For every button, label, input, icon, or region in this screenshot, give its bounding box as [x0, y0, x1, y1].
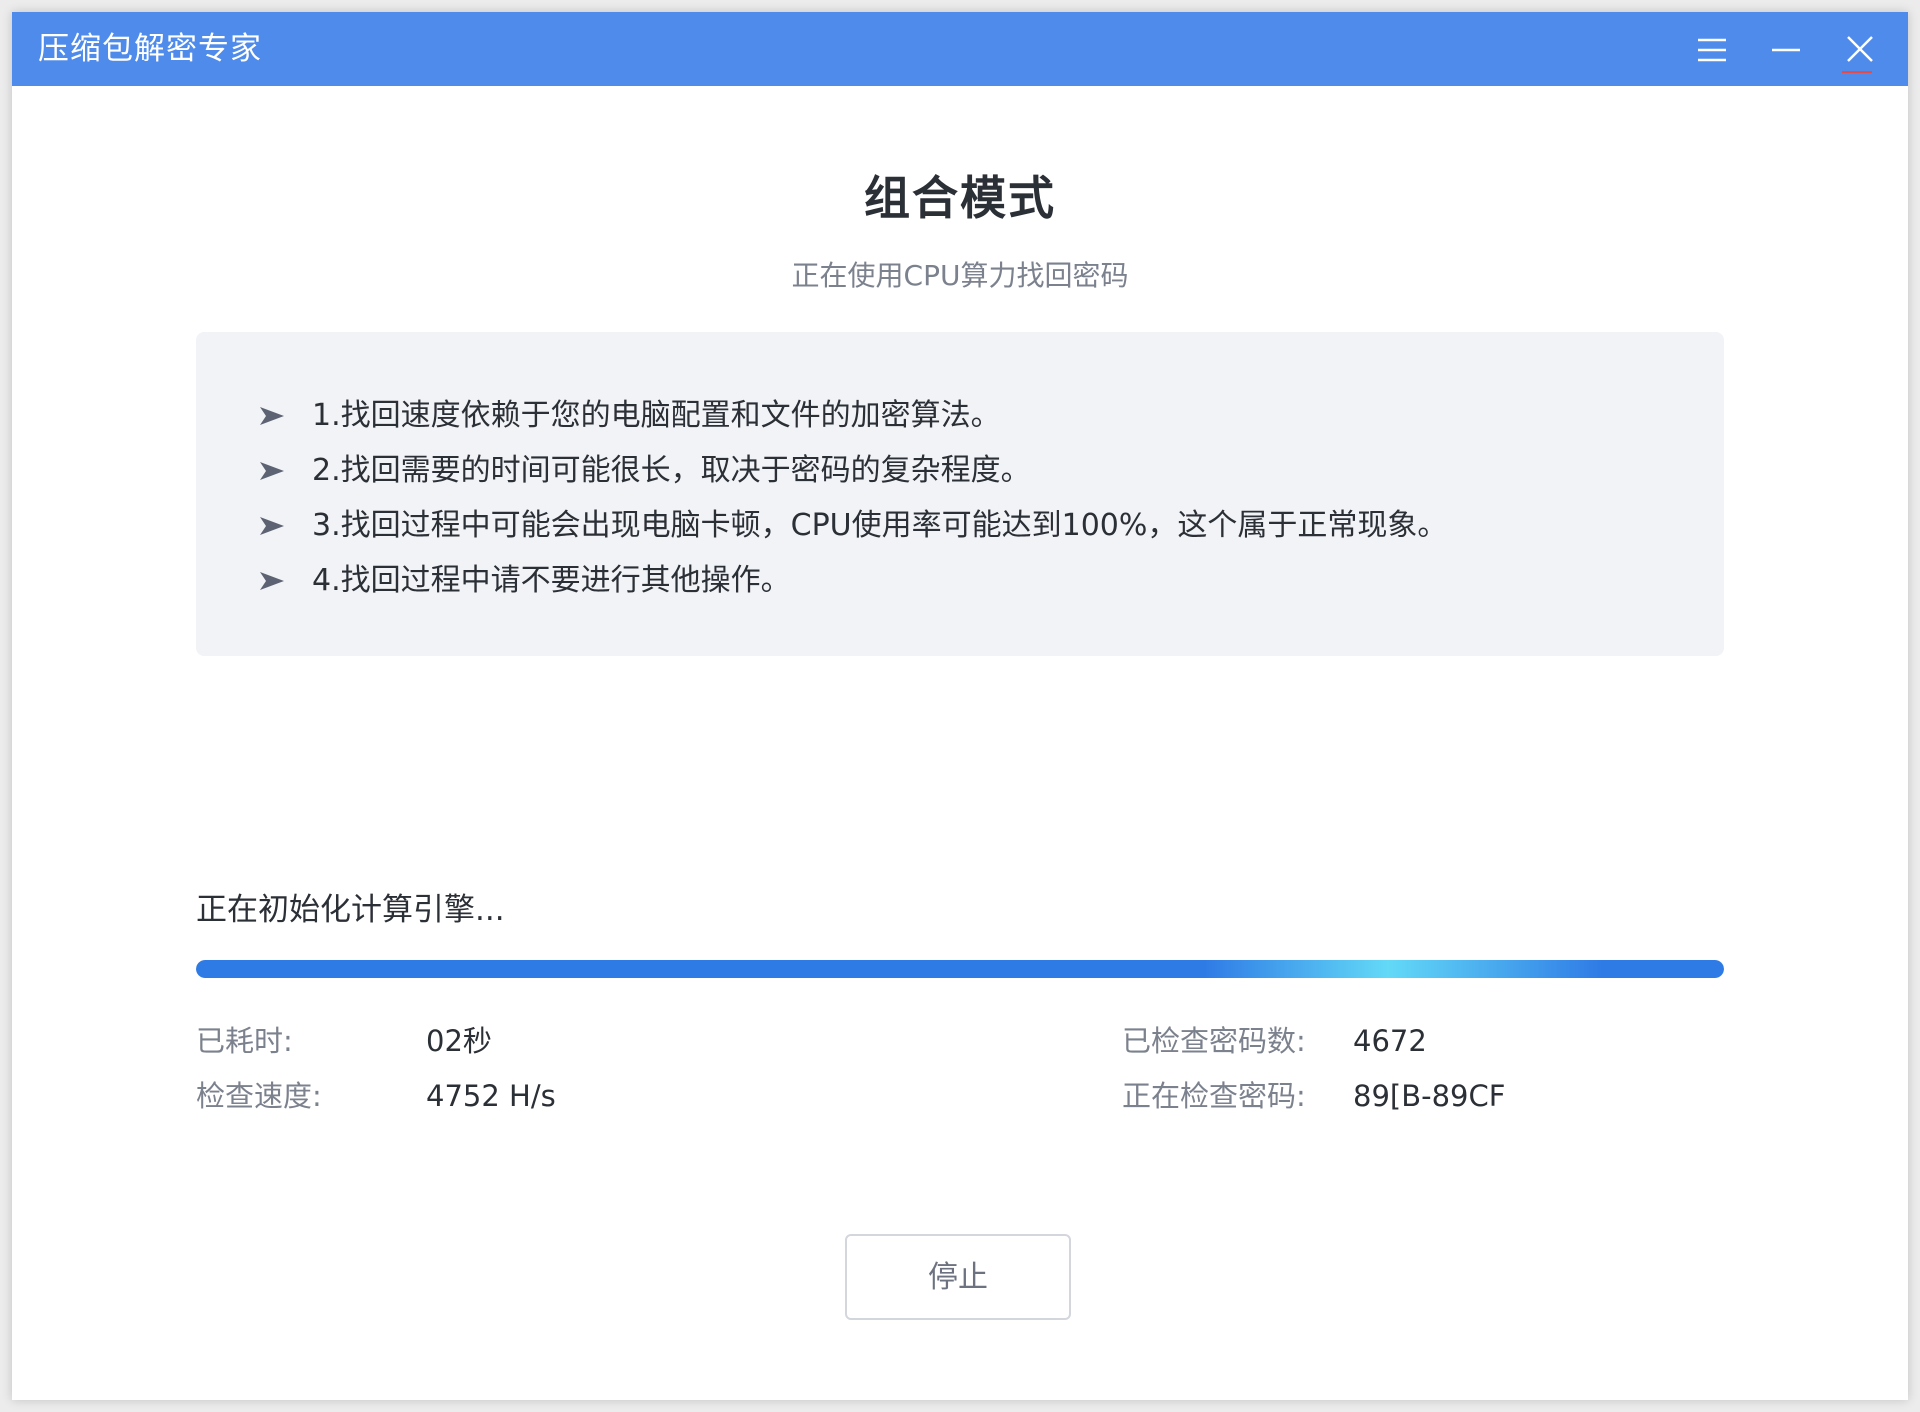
- mode-title: 组合模式: [864, 171, 1056, 225]
- close-focus-underline: [1842, 71, 1872, 73]
- mode-subtitle: 正在使用CPU算力找回密码: [791, 259, 1129, 292]
- elapsed-value: 02秒: [426, 1024, 492, 1058]
- progress-bar: [196, 960, 1724, 978]
- progress-fill: [196, 960, 1724, 978]
- current-password-label: 正在检查密码:: [1122, 1079, 1306, 1113]
- speed-label: 检查速度:: [196, 1079, 322, 1113]
- tip-text: 1.找回速度依赖于您的电脑配置和文件的加密算法。: [312, 397, 1001, 433]
- arrow-bullet-icon: [260, 516, 284, 535]
- close-icon: [1847, 36, 1873, 62]
- speed-value: 4752 H/s: [426, 1079, 556, 1113]
- title-bar: 压缩包解密专家: [12, 12, 1908, 86]
- tip-text: 2.找回需要的时间可能很长，取决于密码的复杂程度。: [312, 452, 1031, 488]
- minimize-icon: [1772, 48, 1800, 52]
- progress-status: 正在初始化计算引擎...: [196, 892, 505, 928]
- app-window: 压缩包解密专家 组合模式 正在使用CPU算力找回密码 1.找回速度依赖于您的电脑…: [12, 12, 1908, 1400]
- tip-item: 1.找回速度依赖于您的电脑配置和文件的加密算法。: [258, 388, 1447, 443]
- arrow-bullet-icon: [260, 461, 284, 480]
- stop-button[interactable]: 停止: [845, 1234, 1071, 1320]
- tip-text: 3.找回过程中可能会出现电脑卡顿，CPU使用率可能达到100%，这个属于正常现象…: [312, 507, 1448, 543]
- checked-count-value: 4672: [1353, 1024, 1427, 1058]
- app-title: 压缩包解密专家: [38, 31, 262, 67]
- minimize-button[interactable]: [1763, 26, 1809, 72]
- current-password-value: 89[B-89CF: [1353, 1079, 1506, 1113]
- arrow-bullet-icon: [260, 406, 284, 425]
- tip-text: 4.找回过程中请不要进行其他操作。: [312, 562, 791, 598]
- menu-button[interactable]: [1689, 26, 1735, 72]
- tip-item: 3.找回过程中可能会出现电脑卡顿，CPU使用率可能达到100%，这个属于正常现象…: [258, 498, 1447, 553]
- checked-count-label: 已检查密码数:: [1122, 1024, 1306, 1058]
- tip-item: 2.找回需要的时间可能很长，取决于密码的复杂程度。: [258, 443, 1447, 498]
- menu-icon: [1698, 38, 1726, 62]
- arrow-bullet-icon: [260, 571, 284, 590]
- close-button[interactable]: [1837, 26, 1883, 72]
- tips-list: 1.找回速度依赖于您的电脑配置和文件的加密算法。 2.找回需要的时间可能很长，取…: [258, 388, 1447, 608]
- tip-item: 4.找回过程中请不要进行其他操作。: [258, 553, 1447, 608]
- elapsed-label: 已耗时:: [196, 1024, 293, 1058]
- tips-panel: 1.找回速度依赖于您的电脑配置和文件的加密算法。 2.找回需要的时间可能很长，取…: [196, 332, 1724, 656]
